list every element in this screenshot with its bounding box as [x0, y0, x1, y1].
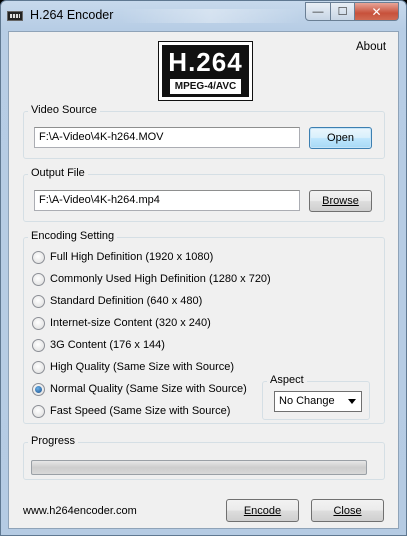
encode-button-label: Encode [243, 504, 282, 517]
open-button[interactable]: Open [309, 127, 372, 149]
close-button[interactable]: Close [311, 499, 384, 522]
encode-button[interactable]: Encode [226, 499, 299, 522]
radio-label: 3G Content (176 x 144) [50, 339, 165, 351]
radio-label: High Quality (Same Size with Source) [50, 361, 235, 373]
radio-label: Standard Definition (640 x 480) [50, 295, 203, 307]
app-window: H.264 Encoder — ☐ ✕ H.264 MPEG-4/AVC Abo… [0, 0, 407, 536]
radio-3g-content[interactable]: 3G Content (176 x 144) [32, 337, 165, 353]
output-file-path-input[interactable]: F:\A-Video\4K-h264.mp4 [34, 190, 300, 211]
title-bar-glass [121, 9, 301, 23]
radio-label: Fast Speed (Same Size with Source) [50, 405, 231, 417]
maximize-button[interactable]: ☐ [330, 2, 355, 21]
output-file-label: Output File [28, 167, 88, 179]
close-window-button[interactable]: ✕ [354, 2, 399, 21]
app-icon [7, 11, 23, 21]
radio-normal-quality[interactable]: Normal Quality (Same Size with Source) [32, 381, 247, 397]
window-title: H.264 Encoder [30, 8, 114, 22]
aspect-selected-value: No Change [279, 395, 335, 407]
browse-button-label: Browse [322, 195, 359, 207]
h264-logo: H.264 MPEG-4/AVC [158, 41, 253, 101]
radio-label: Full High Definition (1920 x 1080) [50, 251, 214, 263]
radio-common-hd[interactable]: Commonly Used High Definition (1280 x 72… [32, 271, 271, 287]
client-area: H.264 MPEG-4/AVC About Video Source F:\A… [8, 31, 399, 529]
radio-indicator[interactable] [32, 316, 45, 330]
minimize-button[interactable]: — [305, 2, 331, 21]
logo-sub-text: MPEG-4/AVC [170, 79, 241, 94]
website-url: www.h264encoder.com [23, 505, 137, 517]
aspect-select[interactable]: No Change [274, 391, 362, 412]
progress-bar [31, 460, 367, 475]
radio-indicator[interactable] [32, 360, 45, 374]
radio-internet-size[interactable]: Internet-size Content (320 x 240) [32, 315, 211, 331]
video-source-label: Video Source [28, 104, 100, 116]
open-button-label: Open [327, 132, 354, 144]
close-icon: ✕ [371, 4, 382, 19]
chevron-down-icon [348, 399, 356, 404]
logo-main-text: H.264 [168, 47, 243, 77]
radio-label: Commonly Used High Definition (1280 x 72… [50, 273, 271, 285]
radio-indicator[interactable] [32, 338, 45, 352]
radio-full-hd[interactable]: Full High Definition (1920 x 1080) [32, 249, 213, 265]
about-link[interactable]: About [356, 41, 386, 53]
progress-label: Progress [28, 435, 79, 447]
maximize-icon: ☐ [337, 6, 348, 18]
radio-indicator[interactable] [32, 272, 45, 286]
title-bar[interactable]: H.264 Encoder — ☐ ✕ [1, 1, 406, 31]
radio-standard-def[interactable]: Standard Definition (640 x 480) [32, 293, 202, 309]
radio-fast-speed[interactable]: Fast Speed (Same Size with Source) [32, 403, 230, 419]
minimize-icon: — [312, 5, 324, 18]
radio-indicator[interactable] [32, 404, 45, 418]
radio-indicator-selected[interactable] [32, 382, 45, 396]
radio-indicator[interactable] [32, 250, 45, 264]
browse-button[interactable]: Browse [309, 190, 372, 212]
radio-indicator[interactable] [32, 294, 45, 308]
encoding-setting-label: Encoding Setting [28, 230, 118, 242]
close-button-label: Close [333, 504, 362, 517]
radio-high-quality[interactable]: High Quality (Same Size with Source) [32, 359, 234, 375]
aspect-label: Aspect [267, 374, 307, 386]
radio-label: Internet-size Content (320 x 240) [50, 317, 211, 329]
video-source-path-input[interactable]: F:\A-Video\4K-h264.MOV [34, 127, 300, 148]
radio-label: Normal Quality (Same Size with Source) [50, 383, 247, 395]
